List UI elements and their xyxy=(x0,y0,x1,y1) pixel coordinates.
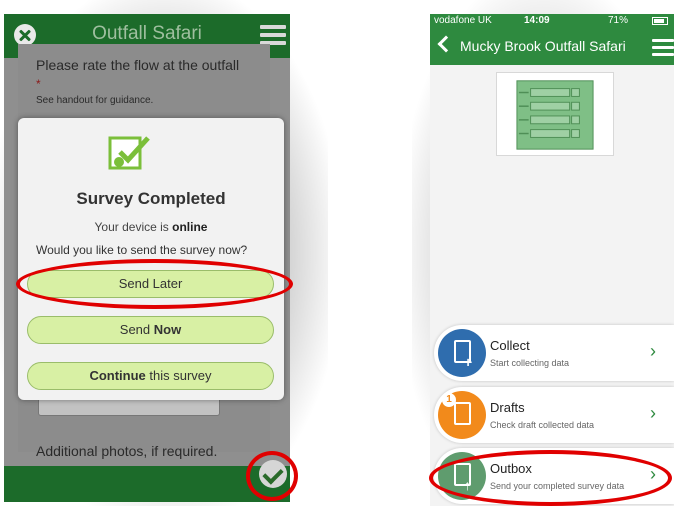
battery-icon xyxy=(652,17,668,25)
send-question: Would you like to send the survey now? xyxy=(36,243,248,257)
battery-percent: 71% xyxy=(608,15,629,26)
carrier-label: vodafone UK xyxy=(434,15,492,26)
menu-item-drafts[interactable]: 1 Drafts Check draft collected data › xyxy=(434,387,674,443)
send-now-button[interactable]: Send Now xyxy=(27,316,274,344)
right-app-header: Mucky Brook Outfall Safari xyxy=(430,29,674,65)
drafts-document-icon: 1 xyxy=(438,391,486,439)
clock: 14:09 xyxy=(524,15,550,26)
back-chevron-icon[interactable] xyxy=(437,35,455,53)
menu-item-collect[interactable]: + Collect Start collecting data › xyxy=(434,325,674,381)
flow-rating-question: Please rate the flow at the outfall xyxy=(36,57,240,73)
continue-survey-button[interactable]: Continue this survey xyxy=(27,362,274,390)
menu-icon[interactable] xyxy=(260,25,286,45)
screenshot-composite: Outfall Safari Please rate the flow at t… xyxy=(0,0,674,506)
dialog-title: Survey Completed xyxy=(76,189,226,208)
drafts-count-badge: 1 xyxy=(442,393,456,407)
guidance-hint: See handout for guidance. xyxy=(36,95,154,106)
additional-photos-label: Additional photos, if required. xyxy=(36,443,218,459)
survey-complete-icon xyxy=(108,136,150,170)
annotation-circle-submit xyxy=(246,451,298,501)
required-marker: * xyxy=(36,77,41,91)
annotation-circle-outbox xyxy=(429,450,672,506)
status-bar: vodafone UK 14:09 71% xyxy=(430,14,674,29)
menu-item-subtitle: Check draft collected data xyxy=(490,420,595,430)
annotation-circle-send-later xyxy=(16,259,293,309)
menu-icon[interactable] xyxy=(652,39,674,59)
collect-document-plus-icon: + xyxy=(438,329,486,377)
chevron-right-icon: › xyxy=(650,341,656,361)
menu-item-subtitle: Start collecting data xyxy=(490,358,570,368)
menu-item-title: Collect xyxy=(490,338,530,353)
survey-form-thumbnail xyxy=(496,72,614,156)
chevron-right-icon: › xyxy=(650,403,656,423)
device-status: Your device is online xyxy=(94,220,208,234)
close-icon[interactable] xyxy=(14,24,36,46)
left-app-title: Outfall Safari xyxy=(92,23,202,44)
right-app-title: Mucky Brook Outfall Safari xyxy=(460,38,626,54)
online-status: online xyxy=(172,220,208,234)
menu-item-title: Drafts xyxy=(490,400,525,415)
